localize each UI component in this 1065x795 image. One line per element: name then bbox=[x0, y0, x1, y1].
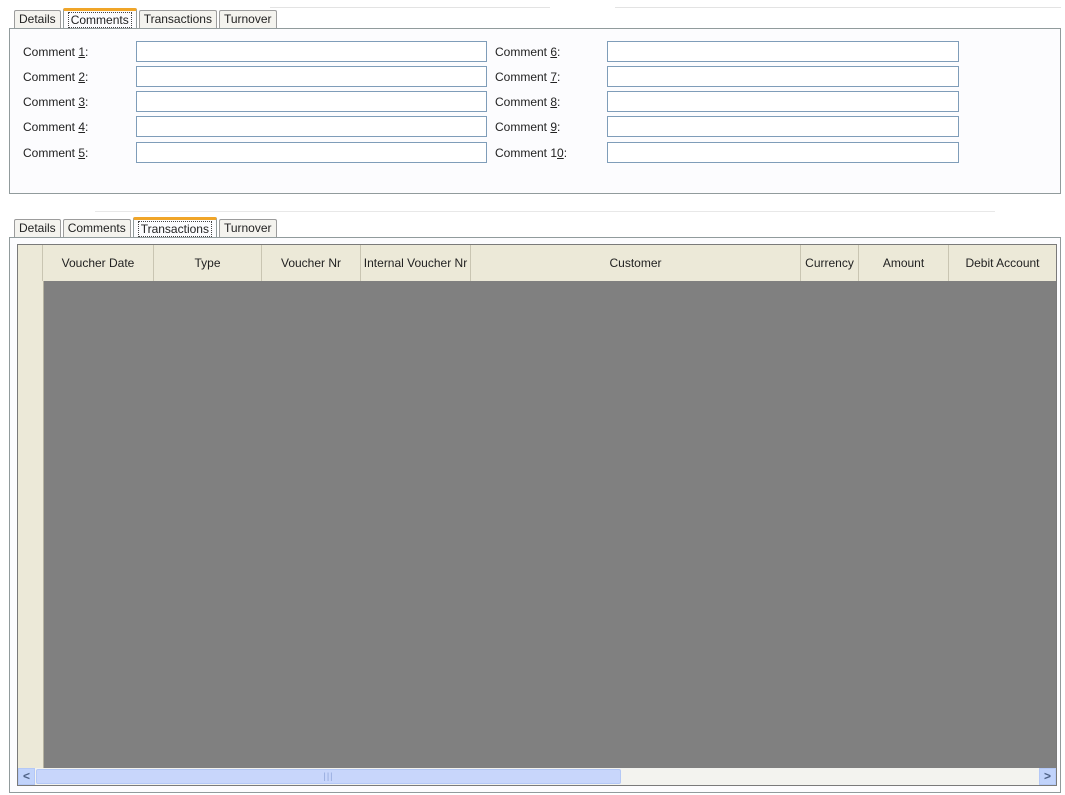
comment-8-label: Comment 8: bbox=[495, 95, 561, 109]
top-tab-turnover[interactable]: Turnover bbox=[218, 10, 277, 28]
grid-header-voucher-nr[interactable]: Voucher Nr bbox=[262, 245, 361, 281]
comment-9-field[interactable] bbox=[607, 116, 959, 137]
grid-header-currency[interactable]: Currency bbox=[801, 245, 859, 281]
grid-header-internal-voucher-nr[interactable]: Internal Voucher Nr bbox=[361, 245, 471, 281]
comment-6-field[interactable] bbox=[607, 41, 959, 62]
comment-7-field[interactable] bbox=[607, 66, 959, 87]
comment-1-field[interactable] bbox=[136, 41, 487, 62]
comment-5-label: Comment 5: bbox=[23, 146, 89, 160]
comment-5-field[interactable] bbox=[136, 142, 487, 163]
comment-4-field[interactable] bbox=[136, 116, 487, 137]
top-tab-transactions[interactable]: Transactions bbox=[138, 10, 217, 28]
top-tab-strip: Details Comments Transactions Turnover bbox=[14, 7, 279, 29]
bottom-tab-strip: Details Comments Transactions Turnover bbox=[14, 216, 279, 238]
top-tab-details[interactable]: Details bbox=[14, 10, 61, 28]
comment-3-label: Comment 3: bbox=[23, 95, 89, 109]
top-divider bbox=[270, 7, 550, 8]
scroll-thumb[interactable]: ||| bbox=[36, 769, 621, 784]
comment-2-label: Comment 2: bbox=[23, 70, 89, 84]
grip-icon: ||| bbox=[323, 771, 334, 781]
bottom-tab-details[interactable]: Details bbox=[14, 219, 61, 237]
section-separator bbox=[95, 211, 995, 212]
bottom-tab-turnover[interactable]: Turnover bbox=[218, 219, 277, 237]
comment-9-label: Comment 9: bbox=[495, 120, 561, 134]
bottom-tab-transactions[interactable]: Transactions bbox=[132, 217, 217, 238]
comment-10-field[interactable] bbox=[607, 142, 959, 163]
grid-header-customer[interactable]: Customer bbox=[471, 245, 801, 281]
comment-10-label: Comment 10: bbox=[495, 146, 568, 160]
comment-4-label: Comment 4: bbox=[23, 120, 89, 134]
comments-panel: Comment 1: Comment 2: Comment 3: Comment… bbox=[9, 28, 1061, 194]
grid-body[interactable] bbox=[18, 281, 1056, 768]
comment-2-field[interactable] bbox=[136, 66, 487, 87]
grid-header-type[interactable]: Type bbox=[154, 245, 262, 281]
scroll-right-button[interactable]: > bbox=[1039, 768, 1056, 785]
comment-6-label: Comment 6: bbox=[495, 45, 561, 59]
bottom-tab-comments[interactable]: Comments bbox=[62, 219, 131, 237]
grid-header: Voucher Date Type Voucher Nr Internal Vo… bbox=[18, 245, 1056, 282]
comment-8-field[interactable] bbox=[607, 91, 959, 112]
grid-header-debit-account[interactable]: Debit Account bbox=[949, 245, 1056, 281]
scroll-track[interactable]: ||| bbox=[35, 768, 1039, 785]
chevron-right-icon: > bbox=[1043, 769, 1051, 783]
top-divider-right bbox=[615, 7, 1061, 8]
grid-row-header-column bbox=[18, 281, 44, 768]
scroll-left-button[interactable]: < bbox=[18, 768, 35, 785]
transactions-grid[interactable]: Voucher Date Type Voucher Nr Internal Vo… bbox=[17, 244, 1057, 786]
grid-header-row-selector[interactable] bbox=[18, 245, 43, 281]
top-tab-comments[interactable]: Comments bbox=[62, 8, 137, 29]
comment-7-label: Comment 7: bbox=[495, 70, 561, 84]
chevron-left-icon: < bbox=[22, 769, 30, 783]
grid-header-amount[interactable]: Amount bbox=[859, 245, 949, 281]
grid-header-voucher-date[interactable]: Voucher Date bbox=[43, 245, 154, 281]
horizontal-scrollbar[interactable]: < ||| > bbox=[18, 768, 1056, 785]
transactions-panel: Voucher Date Type Voucher Nr Internal Vo… bbox=[9, 237, 1061, 793]
comment-1-label: Comment 1: bbox=[23, 45, 89, 59]
comment-3-field[interactable] bbox=[136, 91, 487, 112]
